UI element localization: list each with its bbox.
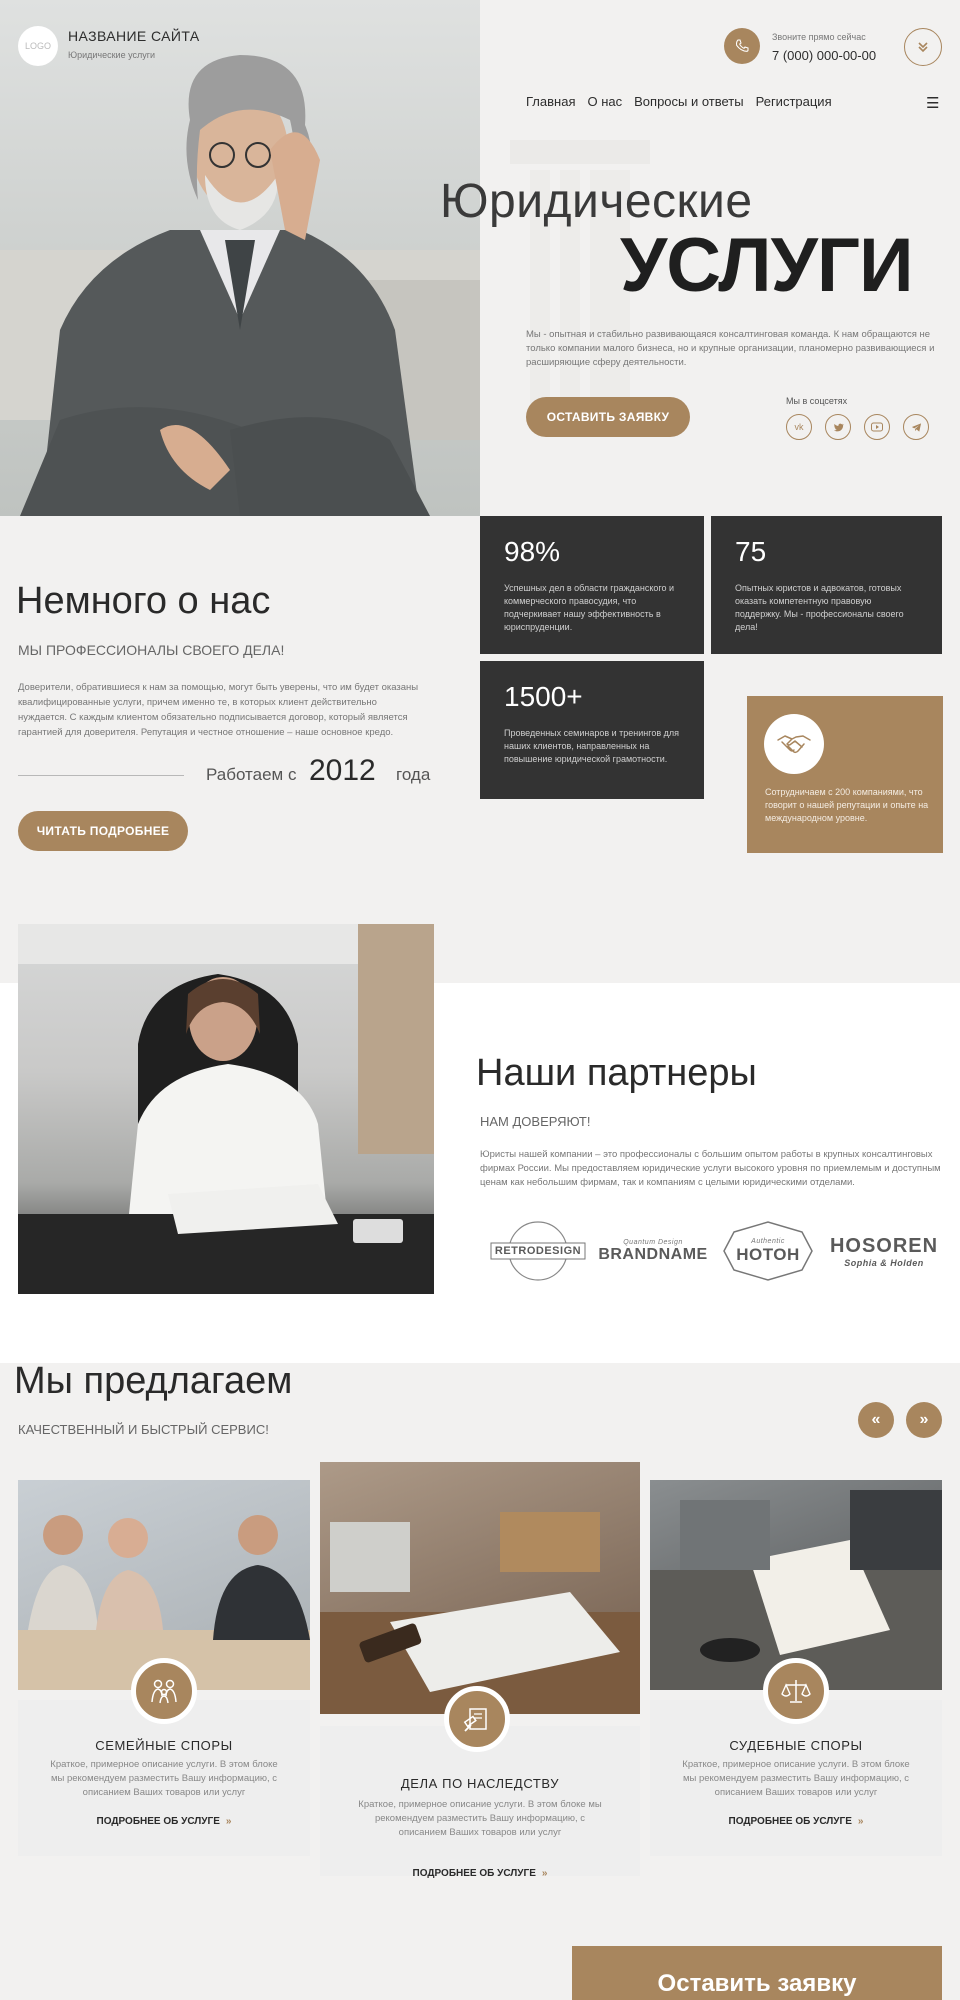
gavel-document-icon	[444, 1686, 510, 1752]
partner-logo-retrodesign[interactable]: RETRODESIGN	[488, 1220, 588, 1282]
partner-logo-text: RETRODESIGN	[494, 1245, 582, 1257]
service-title: СУДЕБНЫЕ СПОРЫ	[729, 1738, 863, 1753]
since-prefix: Работаем с	[206, 765, 297, 784]
stat-text: Проведенных семинаров и тренингов для на…	[504, 728, 679, 764]
service-more-link[interactable]: ПОДРОБНЕЕ ОБ УСЛУГЕ»	[650, 1816, 942, 1827]
family-icon	[131, 1658, 197, 1724]
partners-subtitle: НАМ ДОВЕРЯЮТ!	[480, 1114, 591, 1129]
telegram-icon[interactable]	[903, 414, 929, 440]
since-suffix: года	[396, 765, 431, 784]
service-title: СЕМЕЙНЫЕ СПОРЫ	[95, 1738, 233, 1753]
service-description: Краткое, примерное описание услуги. В эт…	[50, 1759, 278, 1798]
partners-description: Юристы нашей компании – это профессионал…	[480, 1149, 941, 1188]
stat-card-seminars: 1500+ Проведенных семинаров и тренингов …	[480, 661, 704, 799]
nav-register[interactable]: Регистрация	[756, 94, 832, 109]
service-description: Краткое, примерное описание услуги. В эт…	[358, 1799, 602, 1838]
service-title: ДЕЛА ПО НАСЛЕДСТВУ	[400, 1776, 560, 1791]
about-title: Немного о нас	[16, 580, 271, 622]
double-chevron-right-icon: »	[541, 1868, 548, 1879]
site-name: НАЗВАНИЕ САЙТА	[68, 28, 200, 44]
stat-number: 75	[735, 536, 767, 567]
nav-home[interactable]: Главная	[526, 94, 575, 109]
nav-about[interactable]: О нас	[587, 94, 622, 109]
service-photo-inheritance	[320, 1462, 640, 1714]
social-links: vk	[786, 414, 929, 440]
main-nav: Главная О нас Вопросы и ответы Регистрац…	[526, 94, 832, 109]
service-description: Краткое, примерное описание услуги. В эт…	[682, 1759, 910, 1798]
offer-subtitle: КАЧЕСТВЕННЫЙ И БЫСТРЫЙ СЕРВИС!	[18, 1422, 269, 1437]
scales-icon	[763, 1658, 829, 1724]
partner-logo-hotoh[interactable]: Authentic HOTOH	[718, 1220, 818, 1282]
partner-logo-subtext: Quantum Design	[623, 1238, 683, 1246]
service-more-link[interactable]: ПОДРОБНЕЕ ОБ УСЛУГЕ»	[320, 1868, 640, 1879]
partner-logo-text: HOSOREN	[829, 1234, 939, 1257]
nav-faq[interactable]: Вопросы и ответы	[634, 94, 743, 109]
service-more-link[interactable]: ПОДРОБНЕЕ ОБ УСЛУГЕ»	[18, 1816, 310, 1827]
chevron-down-icon[interactable]	[904, 28, 942, 66]
carousel-next-button[interactable]: »	[906, 1402, 942, 1438]
hamburger-menu-icon[interactable]: ☰	[926, 94, 939, 112]
divider	[18, 775, 184, 776]
partner-logo-hosoren[interactable]: HOSOREN Sophia & Holden	[830, 1220, 937, 1282]
partner-logo-subtext: Authentic	[751, 1237, 785, 1245]
stat-number: 1500+	[504, 681, 583, 712]
offer-title: Мы предлагаем	[14, 1360, 293, 1402]
about-subtitle: МЫ ПРОФЕССИОНАЛЫ СВОЕГО ДЕЛА!	[18, 642, 285, 658]
partner-logo-brandname[interactable]: Quantum Design BRANDNAME	[598, 1220, 707, 1282]
stat-card-lawyers: 75 Опытных юристов и адвокатов, готовых …	[711, 516, 942, 654]
site-subtitle: Юридические услуги	[68, 50, 156, 60]
phone-caption: Звоните прямо сейчас	[772, 32, 866, 42]
youtube-icon[interactable]	[864, 414, 890, 440]
partner-logo-subtext: Sophia & Holden	[844, 1257, 924, 1268]
hero-description: Мы - опытная и стабильно развивающаяся к…	[526, 329, 935, 368]
vk-icon[interactable]: vk	[786, 414, 812, 440]
hero-title-line1: Юридические	[440, 175, 753, 228]
request-button[interactable]: ОСТАВИТЬ ЗАЯВКУ	[526, 397, 690, 437]
woman-lawyer-photo	[18, 924, 434, 1294]
phone-icon[interactable]	[724, 28, 760, 64]
partners-title: Наши партнеры	[476, 1052, 757, 1094]
social-label: Мы в соцсетях	[786, 396, 848, 406]
stat-card-success: 98% Успешных дел в области гражданского …	[480, 516, 704, 654]
partner-logo-text: BRANDNAME	[598, 1245, 708, 1263]
double-chevron-right-icon: »	[857, 1816, 864, 1827]
hero-photo-man	[0, 0, 480, 516]
since-year: 2012	[309, 754, 376, 787]
read-more-button[interactable]: ЧИТАТЬ ПОДРОБНЕЕ	[18, 811, 188, 851]
logo[interactable]: LOGO	[18, 26, 58, 66]
carousel-prev-button[interactable]: «	[858, 1402, 894, 1438]
stat-text: Опытных юристов и адвокатов, готовых ока…	[735, 583, 904, 632]
bottom-request-button[interactable]: Оставить заявку	[572, 1946, 942, 2000]
hero-title-line2: УСЛУГИ	[620, 223, 914, 308]
partner-logo-text: HOTOH	[736, 1244, 800, 1264]
partners-count-text: Сотрудничаем с 200 компаниями, что говор…	[765, 787, 929, 823]
twitter-icon[interactable]	[825, 414, 851, 440]
phone-number[interactable]: 7 (000) 000-00-00	[772, 48, 876, 63]
about-description: Доверители, обратившиеся к нам за помощь…	[18, 682, 419, 738]
handshake-icon	[764, 714, 824, 774]
double-chevron-right-icon: »	[225, 1816, 232, 1827]
stat-text: Успешных дел в области гражданского и ко…	[504, 583, 675, 632]
stat-number: 98%	[504, 536, 561, 567]
